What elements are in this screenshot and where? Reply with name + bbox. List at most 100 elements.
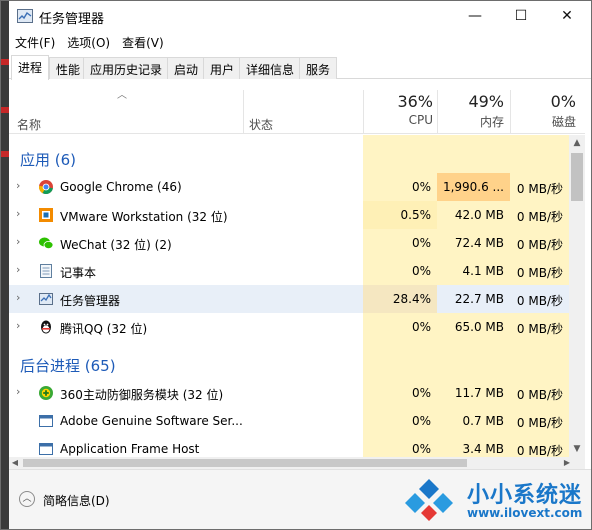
- minimize-button[interactable]: —: [452, 1, 498, 31]
- 360-icon: [39, 386, 53, 400]
- expand-chevron-icon[interactable]: ›: [16, 207, 20, 220]
- process-name: 腾讯QQ (32 位): [60, 322, 148, 336]
- process-name: Google Chrome (46): [60, 180, 182, 194]
- app-window-icon: [39, 443, 53, 455]
- memory-value: 3.4 MB: [462, 442, 504, 456]
- memory-value: 11.7 MB: [454, 386, 504, 400]
- column-divider: [243, 90, 244, 134]
- chrome-icon: [38, 180, 53, 195]
- expand-chevron-icon[interactable]: ›: [16, 291, 20, 304]
- menu-options[interactable]: 选项(O): [61, 31, 116, 53]
- tab-app-history[interactable]: 应用历史记录: [83, 57, 170, 79]
- scroll-down-icon[interactable]: ▼: [569, 441, 585, 457]
- vertical-scrollbar[interactable]: ▲ ▼: [569, 135, 585, 457]
- horizontal-scroll-thumb[interactable]: [23, 459, 467, 467]
- cpu-value: 28.4%: [363, 285, 437, 313]
- column-cpu[interactable]: 36% CPU: [363, 92, 433, 127]
- process-row[interactable]: Adobe Genuine Software Ser... 0% 0.7 MB …: [9, 407, 569, 435]
- process-name: 360主动防御服务模块 (32 位): [60, 388, 224, 402]
- window-title: 任务管理器: [39, 12, 105, 27]
- tab-processes[interactable]: 进程: [11, 55, 50, 80]
- process-name: 记事本: [60, 266, 97, 280]
- expand-chevron-icon[interactable]: ›: [16, 385, 20, 398]
- memory-value: 1,990.6 ...: [437, 173, 510, 201]
- column-memory[interactable]: 49% 内存: [437, 92, 504, 130]
- chevron-up-icon[interactable]: ︿: [19, 491, 35, 507]
- column-disk[interactable]: 0% 磁盘: [510, 92, 576, 130]
- expand-chevron-icon[interactable]: ›: [16, 319, 20, 332]
- column-name[interactable]: 名称: [17, 116, 41, 133]
- task-manager-icon: [39, 293, 53, 305]
- expand-chevron-icon[interactable]: ›: [16, 263, 20, 276]
- process-row[interactable]: › Google Chrome (46) 0% 1,990.6 ... 0 MB…: [9, 173, 569, 201]
- process-name: WeChat (32 位) (2): [60, 238, 172, 252]
- process-name: Application Frame Host: [60, 442, 200, 456]
- process-row[interactable]: › 360主动防御服务模块 (32 位) 0% 11.7 MB 0 MB/秒: [9, 379, 569, 407]
- scroll-thumb[interactable]: [571, 153, 583, 201]
- cpu-value: 0%: [411, 320, 431, 334]
- scroll-right-icon[interactable]: ▶: [561, 457, 573, 469]
- memory-value: 22.7 MB: [454, 292, 504, 306]
- cpu-value: 0%: [411, 264, 431, 278]
- tab-users[interactable]: 用户: [203, 57, 242, 79]
- disk-value: 0 MB/秒: [516, 238, 563, 252]
- disk-value: 0 MB/秒: [516, 416, 563, 430]
- task-manager-window: 任务管理器 — ☐ ✕ 文件(F) 选项(O) 查看(V) 进程 性能 应用历史…: [0, 0, 592, 530]
- disk-total-percent: 0%: [550, 92, 576, 111]
- maximize-icon: ☐: [514, 8, 528, 24]
- watermark-logo-icon: [405, 479, 453, 521]
- qq-icon: [41, 320, 51, 334]
- cpu-value: 0%: [411, 236, 431, 250]
- maximize-button[interactable]: ☐: [498, 1, 544, 31]
- scroll-up-icon[interactable]: ▲: [569, 135, 585, 151]
- disk-value: 0 MB/秒: [516, 388, 563, 402]
- desktop-marker: [1, 151, 9, 157]
- expand-chevron-icon[interactable]: ›: [16, 235, 20, 248]
- memory-value: 65.0 MB: [454, 320, 504, 334]
- cpu-value: 0%: [411, 414, 431, 428]
- memory-value: 4.1 MB: [462, 264, 504, 278]
- group-title: 后台进程 (65): [20, 357, 116, 375]
- app-window-icon: [39, 415, 53, 427]
- process-name: 任务管理器: [60, 294, 121, 308]
- tab-performance[interactable]: 性能: [49, 57, 88, 79]
- expand-chevron-icon[interactable]: ›: [16, 179, 20, 192]
- tab-services[interactable]: 服务: [299, 57, 338, 79]
- title-bar[interactable]: 任务管理器 — ☐ ✕: [9, 1, 591, 31]
- process-list: 应用 (6) › Google Chrome (46) 0% 1,990.6 .…: [9, 135, 569, 457]
- group-apps[interactable]: 应用 (6): [9, 143, 569, 171]
- menu-view[interactable]: 查看(V): [116, 31, 170, 53]
- horizontal-scrollbar[interactable]: ◀ ▶: [9, 457, 585, 469]
- menu-bar: 文件(F) 选项(O) 查看(V): [9, 31, 591, 53]
- cpu-label: CPU: [408, 113, 433, 127]
- watermark: 小小系统迷 www.ilovext.com: [399, 475, 589, 527]
- desktop-background-strip: [1, 1, 9, 529]
- group-title: 应用 (6): [20, 151, 77, 169]
- disk-value: 0 MB/秒: [516, 444, 563, 457]
- memory-label: 内存: [479, 115, 504, 129]
- group-background-processes[interactable]: 后台进程 (65): [9, 349, 569, 377]
- cpu-value: 0%: [411, 180, 431, 194]
- process-name: Adobe Genuine Software Ser...: [60, 414, 243, 428]
- memory-value: 0.7 MB: [462, 414, 504, 428]
- process-row[interactable]: › WeChat (32 位) (2) 0% 72.4 MB 0 MB/秒: [9, 229, 569, 257]
- close-icon: ✕: [561, 8, 573, 24]
- disk-value: 0 MB/秒: [516, 294, 563, 308]
- fewer-details-button[interactable]: 简略信息(D): [43, 492, 110, 509]
- process-row[interactable]: › VMware Workstation (32 位) 0.5% 42.0 MB…: [9, 201, 569, 229]
- disk-value: 0 MB/秒: [516, 322, 563, 336]
- cpu-total-percent: 36%: [397, 92, 433, 111]
- process-row[interactable]: › 记事本 0% 4.1 MB 0 MB/秒: [9, 257, 569, 285]
- process-row[interactable]: › 腾讯QQ (32 位) 0% 65.0 MB 0 MB/秒: [9, 313, 569, 341]
- disk-value: 0 MB/秒: [516, 266, 563, 280]
- menu-file[interactable]: 文件(F): [9, 31, 61, 53]
- column-status[interactable]: 状态: [249, 116, 273, 133]
- scroll-left-icon[interactable]: ◀: [9, 457, 21, 469]
- close-button[interactable]: ✕: [544, 1, 590, 31]
- process-row[interactable]: Application Frame Host 0% 3.4 MB 0 MB/秒: [9, 435, 569, 457]
- minimize-icon: —: [468, 8, 482, 24]
- tab-startup[interactable]: 启动: [167, 57, 206, 79]
- disk-label: 磁盘: [551, 115, 576, 129]
- tab-details[interactable]: 详细信息: [239, 57, 302, 79]
- process-row-selected[interactable]: › 任务管理器 28.4% 22.7 MB 0 MB/秒: [9, 285, 569, 313]
